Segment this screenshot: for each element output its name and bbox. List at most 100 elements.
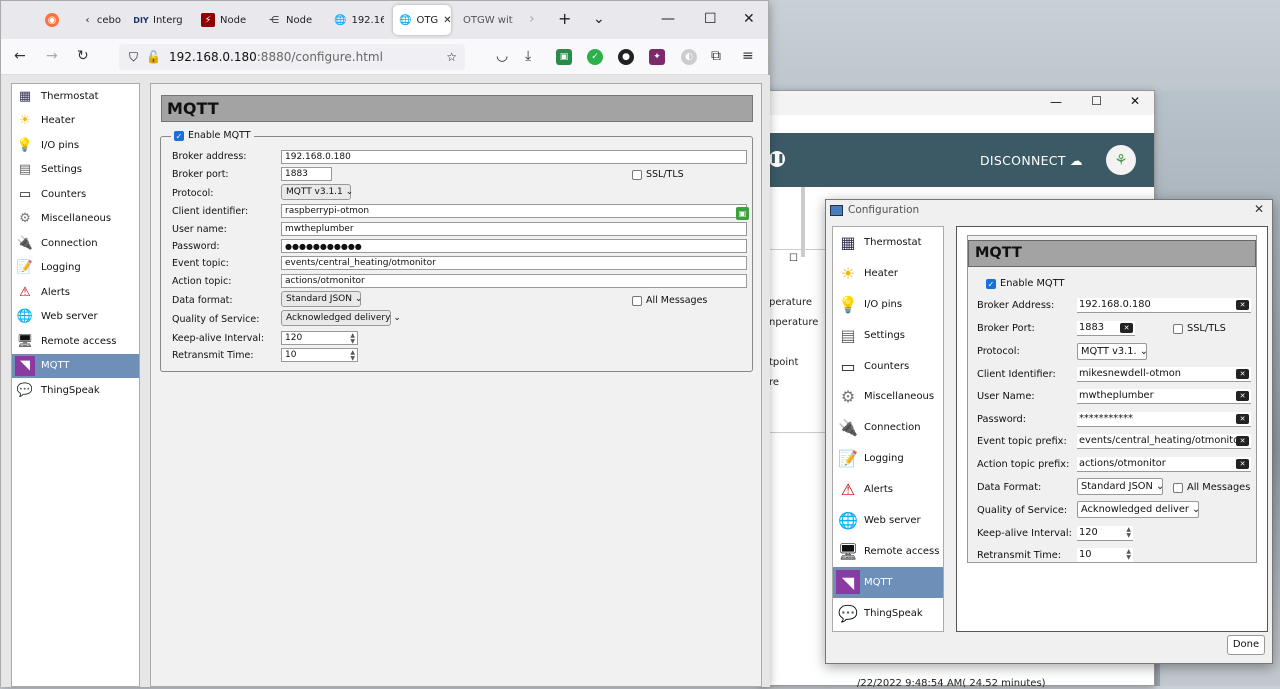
qos-select[interactable]: Acknowledged deliver ⌄: [1077, 501, 1199, 518]
close-icon[interactable]: ✕: [1254, 202, 1264, 216]
password-manager-icon[interactable]: ▣: [736, 207, 749, 220]
sidebar-item-thermostat[interactable]: ▦ Thermostat: [833, 227, 943, 258]
maximize-icon[interactable]: ☐: [704, 11, 717, 27]
sidebar-item-web-server[interactable]: 🌐 Web server: [833, 505, 943, 536]
sidebar-item-io-pins[interactable]: 💡 I/O pins: [12, 133, 139, 158]
sidebar-item-logging[interactable]: 📝 Logging: [833, 443, 943, 474]
close-icon[interactable]: ✕: [1130, 94, 1140, 108]
sidebar-item-logging[interactable]: 📝 Logging: [12, 256, 139, 281]
protocol-select[interactable]: MQTT v3.1. ⌄: [1077, 343, 1147, 360]
sidebar-item-web-server[interactable]: 🌐 Web server: [12, 305, 139, 330]
enable-mqtt-checkbox[interactable]: ✓: [174, 130, 184, 141]
checkbox-icon[interactable]: ☐: [789, 253, 798, 264]
clear-icon[interactable]: ✕: [1236, 436, 1249, 446]
clear-icon[interactable]: ✕: [1120, 323, 1133, 333]
sidebar-item-thingspeak[interactable]: 💬 ThingSpeak: [12, 378, 139, 403]
close-tab-icon[interactable]: ✕: [443, 15, 451, 26]
spinner-icon[interactable]: ▲ ▼: [1126, 549, 1131, 561]
enable-mqtt-checkbox[interactable]: ✓: [986, 278, 996, 289]
tab-node[interactable]: ⚡ Node: [201, 5, 253, 35]
protocol-select[interactable]: MQTT v3.1.1 ⌄: [281, 184, 353, 200]
bookmark-star-icon[interactable]: ☆: [446, 50, 457, 64]
pocket-icon[interactable]: ◡: [496, 48, 508, 64]
tab-firefox[interactable]: ◉: [45, 5, 59, 35]
sidebar-item-thingspeak[interactable]: 💬 ThingSpeak: [833, 598, 943, 629]
minimize-icon[interactable]: —: [1050, 95, 1062, 109]
clear-icon[interactable]: ✕: [1236, 459, 1249, 469]
user-name-input[interactable]: mwtheplumber ✕: [1077, 389, 1251, 404]
all-messages-checkbox[interactable]: [1173, 482, 1183, 493]
data-format-select[interactable]: Standard JSON ⌄: [281, 291, 362, 307]
sidebar-item-mqtt[interactable]: ◥ MQTT: [833, 566, 943, 598]
sidebar-item-io-pins[interactable]: 💡 I/O pins: [833, 289, 943, 320]
sidebar-item-mqtt[interactable]: ◥ MQTT: [12, 353, 139, 378]
sidebar-item-counters[interactable]: ▭ Counters: [833, 351, 943, 382]
new-tab-button[interactable]: +: [558, 9, 571, 28]
keepalive-input[interactable]: 120 ▲ ▼: [281, 331, 358, 345]
sidebar-item-alerts[interactable]: ⚠ Alerts: [12, 280, 139, 305]
address-bar[interactable]: ⛉ 🔓 192.168.0.180:8880/configure.html ☆: [119, 44, 465, 70]
keepalive-input[interactable]: 120 ▲ ▼: [1077, 526, 1133, 541]
sidebar-item-remote-access[interactable]: 🖥 Remote access: [833, 536, 943, 567]
forward-icon[interactable]: →: [46, 48, 58, 64]
sidebar-item-thermostat[interactable]: ▦ Thermostat: [12, 84, 139, 109]
spinner-icon[interactable]: ▲ ▼: [1126, 527, 1131, 539]
broker-address-input[interactable]: 192.168.0.180: [281, 150, 747, 164]
tab-otgw[interactable]: OTGW wit: [463, 5, 521, 35]
disconnect-button[interactable]: DISCONNECT ☁: [980, 153, 1083, 168]
reload-icon[interactable]: ↻: [77, 48, 89, 64]
user-name-input[interactable]: mwtheplumber: [281, 222, 747, 236]
extension-robot-icon[interactable]: ▣: [556, 49, 572, 65]
retransmit-input[interactable]: 10 ▲ ▼: [281, 348, 358, 362]
sidebar-item-heater[interactable]: ☀ Heater: [833, 258, 943, 289]
clear-icon[interactable]: ✕: [1236, 300, 1249, 310]
minimize-icon[interactable]: —: [661, 11, 675, 27]
action-topic-input[interactable]: actions/otmonitor: [281, 274, 747, 288]
broker-address-input[interactable]: 192.168.0.180 ✕: [1077, 298, 1251, 313]
broker-port-input[interactable]: 1883 ✕: [1077, 321, 1135, 336]
tab-cebo[interactable]: ‹ cebo: [83, 5, 121, 35]
action-topic-input[interactable]: actions/otmonitor ✕: [1077, 457, 1251, 472]
sidebar-item-connection[interactable]: 🔌 Connection: [12, 231, 139, 256]
tab-otg-active[interactable]: 🌐 OTG ✕: [393, 5, 451, 35]
close-icon[interactable]: ✕: [743, 11, 755, 27]
sidebar-item-miscellaneous[interactable]: ⚙ Miscellaneous: [833, 381, 943, 412]
sidebar-item-miscellaneous[interactable]: ⚙ Miscellaneous: [12, 207, 139, 232]
extension-shield-icon[interactable]: ✓: [587, 49, 603, 65]
back-icon[interactable]: ←: [14, 48, 26, 64]
password-input[interactable]: *********** ✕: [1077, 412, 1251, 427]
ssl-checkbox[interactable]: [1173, 323, 1183, 334]
spinner-icon[interactable]: ▲ ▼: [350, 333, 355, 345]
all-messages-checkbox[interactable]: [632, 295, 642, 306]
sidebar-item-connection[interactable]: 🔌 Connection: [833, 412, 943, 443]
ssl-checkbox[interactable]: [632, 169, 642, 180]
client-id-input[interactable]: mikesnewdell-otmon ✕: [1077, 367, 1251, 382]
clear-icon[interactable]: ✕: [1236, 391, 1249, 401]
client-id-input[interactable]: raspberrypi-otmon: [281, 204, 747, 218]
lock-icon[interactable]: 🔓: [146, 50, 161, 64]
qos-select[interactable]: Acknowledged delivery ⌄: [281, 310, 401, 326]
sidebar-item-remote-access[interactable]: 🖥 Remote access: [12, 329, 139, 354]
sidebar-item-counters[interactable]: ▭ Counters: [12, 182, 139, 207]
clear-icon[interactable]: ✕: [1236, 369, 1249, 379]
password-input[interactable]: ●●●●●●●●●●●: [281, 239, 747, 253]
tab-interg[interactable]: DIY Interg: [134, 5, 184, 35]
tab-192[interactable]: 🌐 192.16: [334, 5, 384, 35]
clear-icon[interactable]: ✕: [1236, 414, 1249, 424]
broker-port-input[interactable]: 1883: [281, 167, 332, 181]
tab-node-2[interactable]: ⋲ Node: [267, 5, 319, 35]
retransmit-input[interactable]: 10 ▲ ▼: [1077, 548, 1133, 563]
tab-scroll-icon[interactable]: ›: [529, 11, 535, 27]
maximize-icon[interactable]: ☐: [1091, 94, 1102, 108]
data-format-select[interactable]: Standard JSON ⌄: [1077, 478, 1163, 495]
sidebar-item-heater[interactable]: ☀ Heater: [12, 109, 139, 134]
extensions-icon[interactable]: ⧉: [711, 48, 721, 64]
extension-grey-icon[interactable]: ◐: [681, 49, 697, 65]
download-icon[interactable]: ⤓: [525, 48, 531, 64]
event-topic-input[interactable]: events/central_heating/otmonitor: [281, 256, 747, 270]
sidebar-item-alerts[interactable]: ⚠ Alerts: [833, 474, 943, 505]
extension-puzzle-alt-icon[interactable]: ✦: [649, 49, 665, 65]
list-tabs-icon[interactable]: ⌄: [593, 11, 605, 27]
sidebar-item-settings[interactable]: ▤ Settings: [833, 320, 943, 351]
event-topic-input[interactable]: events/central_heating/otmonitor ✕: [1077, 434, 1251, 449]
